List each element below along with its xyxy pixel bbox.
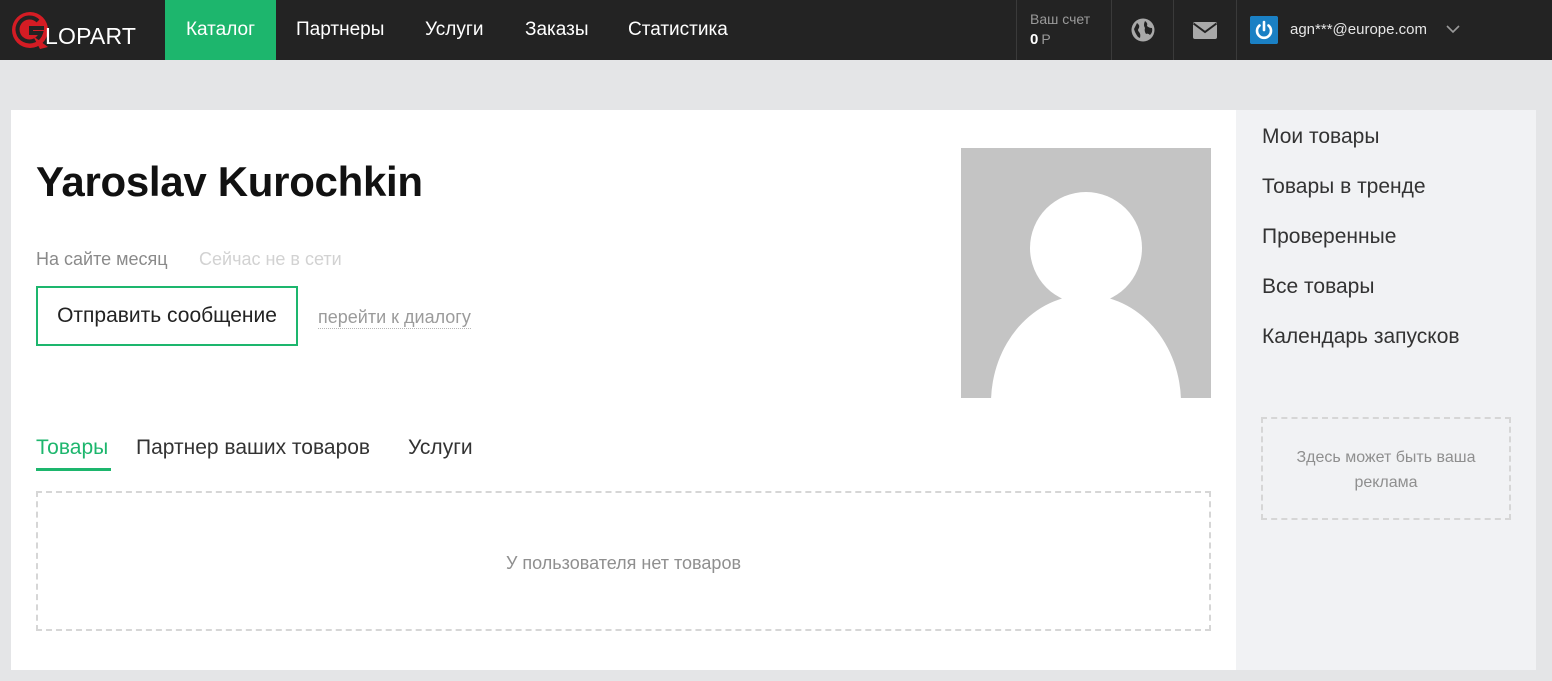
glopart-logo[interactable]: LOPART <box>8 6 158 54</box>
user-placeholder-icon <box>961 148 1211 398</box>
membership-duration: На сайте месяц <box>36 249 168 269</box>
nav-divider <box>1016 0 1017 60</box>
user-email: agn***@europe.com <box>1290 21 1427 38</box>
nav-divider <box>1111 0 1112 60</box>
active-tab-indicator <box>36 468 111 471</box>
logo-text: LOPART <box>45 23 137 49</box>
products-empty-state: У пользователя нет товаров <box>36 491 1211 631</box>
globe-icon[interactable] <box>1129 16 1157 44</box>
top-navigation-bar: LOPART Каталог Партнеры Услуги Заказы Ст… <box>0 0 1552 60</box>
profile-card: Yaroslav Kurochkin На сайте месяц Сейчас… <box>11 110 1236 670</box>
nav-item-orders[interactable]: Заказы <box>525 0 589 60</box>
nav-item-services[interactable]: Услуги <box>425 0 483 60</box>
ad-placeholder[interactable]: Здесь может быть ваша реклама <box>1261 417 1511 520</box>
sidebar-item-launch-calendar[interactable]: Календарь запусков <box>1262 324 1460 350</box>
sidebar-item-my-products[interactable]: Мои товары <box>1262 124 1379 150</box>
sidebar: Мои товары Товары в тренде Проверенные В… <box>1236 110 1536 670</box>
tab-partner-products[interactable]: Партнер ваших товаров <box>136 436 370 460</box>
nav-item-statistics[interactable]: Статистика <box>628 0 728 60</box>
balance-label: Ваш счет <box>1030 11 1091 27</box>
avatar <box>961 148 1211 398</box>
online-status: Сейчас не в сети <box>199 249 342 269</box>
mail-icon[interactable] <box>1191 16 1219 44</box>
nav-item-catalog[interactable]: Каталог <box>165 0 276 60</box>
empty-state-text: У пользователя нет товаров <box>505 553 742 573</box>
nav-divider <box>1173 0 1174 60</box>
account-balance[interactable]: Ваш счет 0Р <box>1030 9 1090 50</box>
nav-divider <box>1236 0 1237 60</box>
profile-name: Yaroslav Kurochkin <box>36 158 423 205</box>
sidebar-item-all-products[interactable]: Все товары <box>1262 274 1374 300</box>
send-message-button[interactable]: Отправить сообщение <box>36 286 298 346</box>
power-icon <box>1250 16 1278 44</box>
go-to-dialog-link[interactable]: перейти к диалогу <box>318 306 471 329</box>
sidebar-item-trending[interactable]: Товары в тренде <box>1262 174 1426 200</box>
chevron-down-icon[interactable] <box>1446 22 1460 36</box>
tab-services[interactable]: Услуги <box>408 436 473 460</box>
sidebar-item-verified[interactable]: Проверенные <box>1262 224 1396 250</box>
balance-currency: Р <box>1041 31 1051 47</box>
ad-placeholder-text: Здесь может быть ваша реклама <box>1296 449 1476 491</box>
tab-products[interactable]: Товары <box>36 436 108 460</box>
balance-value: 0 <box>1030 31 1039 48</box>
nav-item-partners[interactable]: Партнеры <box>296 0 384 60</box>
